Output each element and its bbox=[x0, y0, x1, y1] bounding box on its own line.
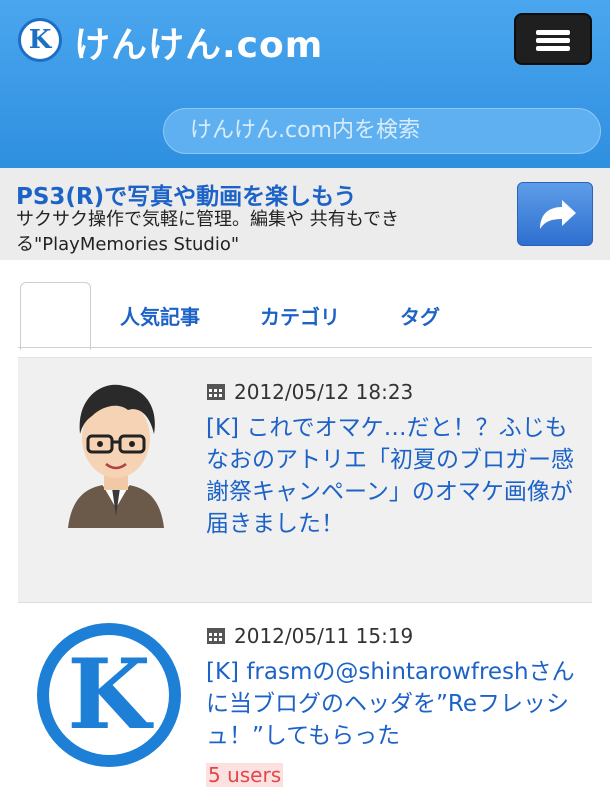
tab-recent[interactable] bbox=[20, 282, 91, 350]
tab-popular[interactable]: 人気記事 bbox=[120, 301, 200, 330]
calendar-icon bbox=[207, 628, 225, 644]
ad-description: サクサク操作で気軽に管理。編集や 共有もできる"PlayMemories Stu… bbox=[16, 209, 399, 255]
post-date: 2012/05/12 18:23 bbox=[206, 380, 413, 404]
share-arrow-icon bbox=[540, 200, 576, 229]
post-title-link[interactable]: [K] これでオマケ…だと！？ふじもなおのアトリエ「初夏のブロガー感謝祭キャンペ… bbox=[206, 412, 576, 540]
svg-text:K: K bbox=[67, 638, 154, 751]
kenken-logo-icon: K bbox=[37, 623, 181, 767]
tab-category[interactable]: カテゴリ bbox=[260, 301, 340, 330]
site-title[interactable]: けんけん.com bbox=[74, 16, 323, 68]
menu-button[interactable] bbox=[514, 13, 592, 65]
calendar-icon bbox=[207, 384, 225, 400]
search-input[interactable]: けんけん.com内を検索 bbox=[163, 108, 601, 154]
tab-divider bbox=[18, 347, 592, 348]
avatar-icon bbox=[68, 384, 164, 528]
post-date: 2012/05/11 15:19 bbox=[206, 624, 413, 648]
tab-tags[interactable]: タグ bbox=[400, 301, 440, 330]
hamburger-icon bbox=[536, 30, 570, 35]
post-title-link[interactable]: [K] frasmの@shintarowfreshさんに当ブログのヘッダを”Re… bbox=[206, 656, 576, 752]
bookmark-users-badge[interactable]: 5 users bbox=[206, 763, 284, 787]
ad-open-button[interactable] bbox=[517, 182, 593, 246]
site-header: K けんけん.com けんけん.com内を検索 bbox=[0, 0, 610, 168]
site-logo-icon[interactable]: K bbox=[18, 18, 62, 62]
ad-title[interactable]: PS3(R)で写真や動画を楽しもう bbox=[16, 177, 356, 211]
